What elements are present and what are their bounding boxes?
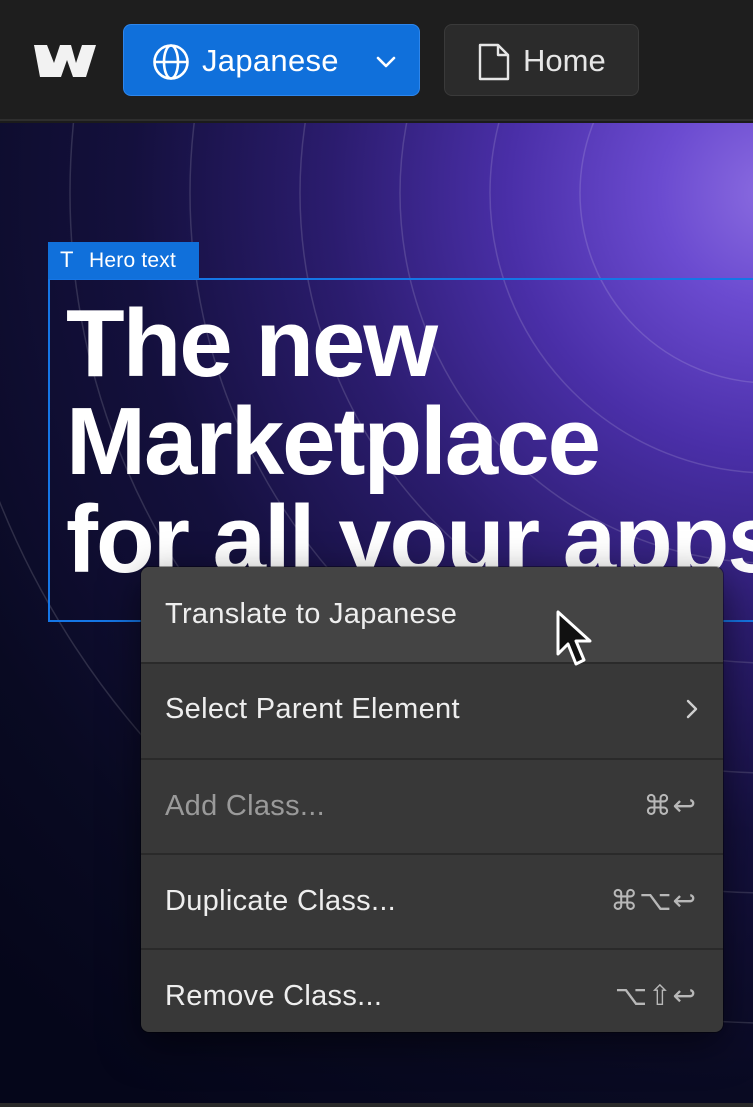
menu-item-label: Select Parent Element [165,693,460,725]
page-icon [478,43,510,81]
menu-item-label: Duplicate Class... [165,885,397,917]
page-label: Home [523,43,606,78]
top-bar: Japanese Home [0,0,753,121]
globe-icon [153,44,189,80]
menu-item-label: Translate to Japanese [165,598,458,630]
webflow-logo-icon[interactable] [34,41,96,81]
chevron-down-icon [376,56,396,68]
menu-item-duplicate-class[interactable]: Duplicate Class... ⌘⌥↩ [141,853,723,948]
context-menu: Translate to Japanese Select Parent Elem… [141,567,723,1032]
menu-item-label: Remove Class... [165,980,383,1012]
locale-label: Japanese [202,43,339,78]
chevron-right-icon [686,699,698,719]
menu-item-remove-class[interactable]: Remove Class... ⌥⇧↩ [141,948,723,1032]
menu-item-shortcut: ⌘⌥↩ [610,884,697,917]
page-selector-button[interactable]: Home [444,24,639,96]
menu-item-translate[interactable]: Translate to Japanese [141,567,723,662]
menu-item-shortcut: ⌥⇧↩ [614,979,697,1012]
menu-item-shortcut: ⌘↩ [643,789,697,822]
menu-item-add-class[interactable]: Add Class... ⌘↩ [141,758,723,853]
mouse-pointer-icon [556,610,592,666]
selection-tag-label: Hero text [89,249,176,272]
text-element-icon: T [60,247,74,272]
menu-item-label: Add Class... [165,790,325,822]
menu-item-select-parent[interactable]: Select Parent Element [141,662,723,758]
element-selection-tag[interactable]: T Hero text [48,242,199,279]
locale-dropdown-button[interactable]: Japanese [123,24,420,96]
canvas-bottom-edge [0,1103,753,1107]
